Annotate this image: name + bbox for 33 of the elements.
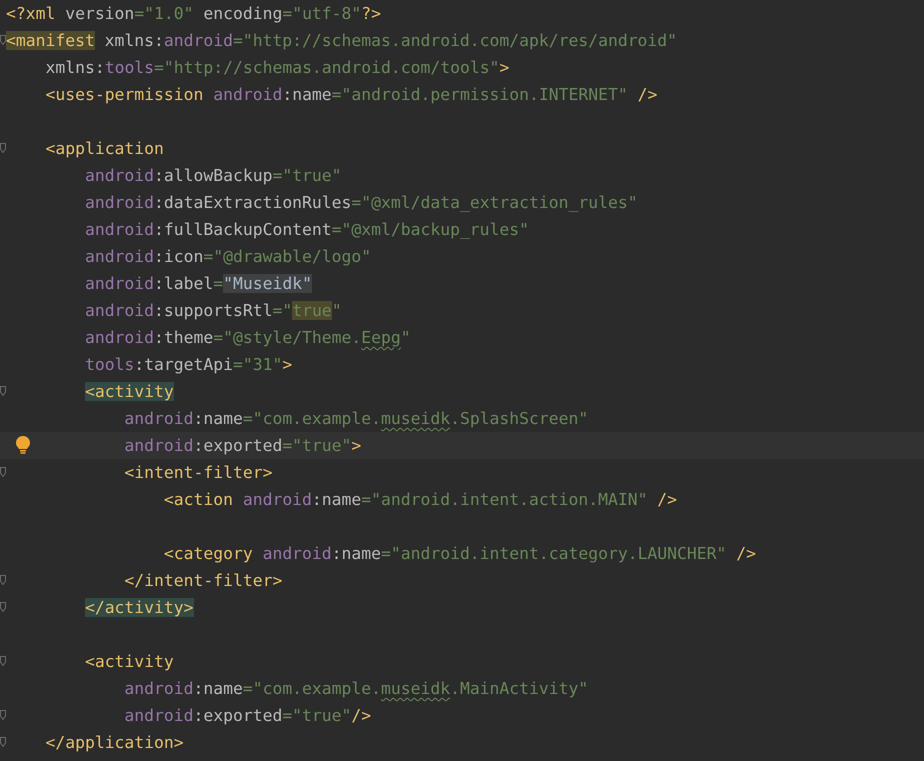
code-line: android:fullBackupContent="@xml/backup_rules" [84,220,530,239]
code-line: android:name="com.example.museidk.SplashScreen" [124,409,588,428]
fold-icon[interactable] [0,467,6,477]
code-line: android:exported="true"> [124,436,362,455]
code-line: android:label="Museidk" [84,274,312,293]
code-line: <intent-filter> [124,463,272,482]
code-line: <application [45,139,164,158]
code-line: android:dataExtractionRules="@xml/data_extraction_rules" [84,193,638,212]
code-line: <action android:name="android.intent.action.MAIN" /> [164,490,678,509]
code-line: <manifest xmlns:android="http://schemas.android.com/apk/res/android" [6,31,678,50]
code-line: android:icon="@drawable/logo" [84,247,372,266]
code-line: <uses-permission android:name="android.permission.INTERNET" /> [45,85,658,104]
lightbulb-icon[interactable] [16,436,30,454]
code-line: tools:targetApi="31"> [84,355,292,374]
code-line: <?xml version="1.0" encoding="utf-8"?> [6,4,382,23]
fold-icon[interactable] [0,35,6,45]
code-line: </application> [45,733,184,752]
code-line: <activity [84,652,174,671]
code-line: android:exported="true"/> [124,706,372,725]
fold-icon[interactable] [0,737,6,747]
fold-icon[interactable] [0,656,6,666]
code-line: android:name="com.example.museidk.MainActivity" [124,679,588,698]
fold-icon[interactable] [0,602,6,612]
code-line: <category android:name="android.intent.category.LAUNCHER" /> [164,544,756,563]
code-line: </intent-filter> [124,571,282,590]
fold-icon[interactable] [0,710,6,720]
code-line: android:allowBackup="true" [84,166,342,185]
fold-icon[interactable] [0,575,6,585]
code-line: android:supportsRtl="true" [84,301,342,320]
code-line: xmlns:tools="http://schemas.android.com/tools"> [45,58,510,77]
fold-icon[interactable] [0,386,6,396]
code-line: android:theme="@style/Theme.Eepg" [84,328,411,347]
fold-icon[interactable] [0,143,6,153]
